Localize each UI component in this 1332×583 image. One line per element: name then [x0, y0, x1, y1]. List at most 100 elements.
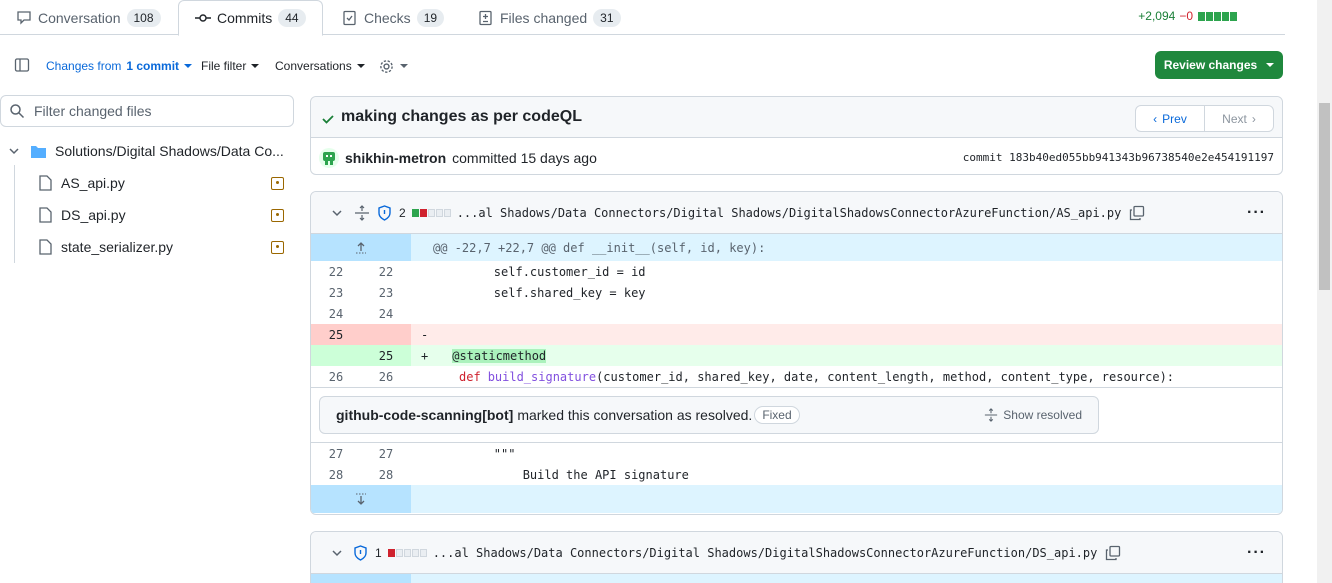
- diff-line: 28 28 Build the API signature: [311, 464, 1282, 485]
- copy-icon[interactable]: [1105, 545, 1121, 561]
- new-line-number[interactable]: 24: [361, 307, 411, 321]
- old-line-number[interactable]: 22: [311, 265, 361, 279]
- expand-down-icon[interactable]: [311, 485, 411, 513]
- old-line-number[interactable]: 26: [311, 370, 361, 384]
- avatar[interactable]: [319, 148, 339, 168]
- tab-count: 31: [593, 8, 621, 27]
- file-icon: [39, 175, 52, 191]
- chevron-down-icon: [184, 64, 193, 68]
- tab-commits[interactable]: Commits 44: [178, 0, 323, 36]
- code-text: @staticmethod: [452, 348, 547, 363]
- hunk-header: @@ -22,7 +22,7 @@ def __init__(self, id,…: [311, 234, 1282, 261]
- code-text: Build the API signature: [436, 467, 689, 482]
- diff-line: 24 24: [311, 303, 1282, 324]
- old-line-number[interactable]: 27: [311, 447, 361, 461]
- review-changes-button[interactable]: Review changes: [1155, 51, 1283, 79]
- check-icon: [322, 115, 334, 124]
- folder-name: Solutions/Digital Shadows/Data Co...: [55, 143, 284, 159]
- code-function: build_signature: [487, 369, 597, 384]
- old-line-number[interactable]: 28: [311, 468, 361, 482]
- chevron-left-icon: ‹: [1153, 111, 1158, 126]
- commit-title: making changes as per codeQL: [341, 108, 582, 125]
- commit-action: committed 15 days ago: [452, 150, 597, 166]
- diffstat-bar: [1197, 11, 1237, 21]
- new-line-number[interactable]: 25: [361, 349, 411, 363]
- chevron-down-icon: [356, 64, 365, 68]
- filter-files-input[interactable]: Filter changed files: [0, 95, 294, 127]
- expand-up-icon[interactable]: [311, 234, 411, 261]
- file-modified-icon: [271, 208, 284, 222]
- filter-placeholder: Filter changed files: [34, 103, 152, 119]
- chevron-down-icon: [9, 148, 19, 155]
- new-line-number[interactable]: 27: [361, 447, 411, 461]
- new-line-number[interactable]: 26: [361, 370, 411, 384]
- commit-author[interactable]: shikhin-metron: [345, 150, 446, 166]
- diff-sign: +: [421, 348, 429, 363]
- scrollbar-thumb[interactable]: [1319, 103, 1330, 290]
- checklist-icon: [343, 10, 356, 25]
- page-scrollbar[interactable]: [1317, 0, 1332, 583]
- file-path[interactable]: ...al Shadows/Data Connectors/Digital Sh…: [457, 206, 1122, 220]
- new-line-number[interactable]: 28: [361, 468, 411, 482]
- code-text: self.customer_id = id: [436, 264, 646, 279]
- commit-icon: [195, 14, 211, 22]
- sidebar-toggle-icon[interactable]: [14, 57, 30, 73]
- diff-line: 23 23 self.shared_key = key: [311, 282, 1282, 303]
- deleted-line: 25 -: [311, 324, 1282, 345]
- gear-icon: [380, 59, 393, 73]
- additions-count: +2,094: [1138, 9, 1176, 23]
- file-filter-label: File filter: [201, 59, 247, 73]
- diff-line: 22 22 self.customer_id = id: [311, 261, 1282, 282]
- commit-sha-label: commit: [962, 151, 1003, 164]
- tab-checks[interactable]: Checks 19: [342, 0, 445, 35]
- tree-file[interactable]: DS_api.py: [0, 199, 294, 231]
- file-name: AS_api.py: [61, 175, 125, 191]
- resolved-conversation: github-code-scanning[bot] marked this co…: [311, 387, 1282, 443]
- new-line-number[interactable]: 23: [361, 286, 411, 300]
- prev-button[interactable]: ‹ Prev: [1136, 106, 1205, 131]
- tab-label: Checks: [364, 9, 411, 26]
- expand-icon[interactable]: [354, 204, 370, 221]
- settings-dropdown[interactable]: [378, 58, 408, 75]
- commit-sha-value[interactable]: 183b40ed055bb941343b96738540e2e454191197: [1009, 151, 1274, 164]
- tree-file[interactable]: AS_api.py: [0, 167, 294, 199]
- alert-count: 1: [375, 545, 382, 560]
- comment-icon: [17, 10, 31, 25]
- kebab-icon[interactable]: ···: [1247, 544, 1266, 562]
- file-path[interactable]: ...al Shadows/Data Connectors/Digital Sh…: [433, 546, 1098, 560]
- old-line-number[interactable]: 24: [311, 307, 361, 321]
- diff-file-header: 2 ...al Shadows/Data Connectors/Digital …: [311, 192, 1282, 234]
- conversation-user[interactable]: github-code-scanning[bot]: [336, 407, 513, 423]
- tab-files-changed[interactable]: Files changed 31: [478, 0, 621, 35]
- conversations-dropdown[interactable]: Conversations: [275, 59, 365, 73]
- copy-icon[interactable]: [1129, 205, 1145, 221]
- file-icon: [39, 239, 52, 255]
- conversations-label: Conversations: [275, 59, 352, 73]
- file-icon: [39, 207, 52, 223]
- tab-count: 44: [278, 9, 306, 27]
- show-resolved-button[interactable]: Show resolved: [984, 408, 1082, 422]
- file-name: DS_api.py: [61, 207, 126, 223]
- file-name: state_serializer.py: [61, 239, 174, 255]
- tree-file[interactable]: state_serializer.py: [0, 231, 294, 263]
- tree-folder[interactable]: Solutions/Digital Shadows/Data Co...: [0, 135, 294, 167]
- hunk-footer: [311, 485, 1282, 513]
- chevron-down-icon[interactable]: [330, 546, 344, 560]
- file-filter-dropdown[interactable]: File filter: [201, 59, 260, 73]
- changes-from-label: Changes from: [46, 59, 122, 73]
- commit-pagination: ‹ Prev Next ›: [1135, 105, 1274, 132]
- chevron-down-icon[interactable]: [330, 206, 344, 220]
- pr-tabs: Conversation 108 Commits 44 Checks 19 Fi…: [0, 0, 1285, 36]
- commit-title-bar: making changes as per codeQL ‹ Prev Next…: [311, 97, 1282, 138]
- chevron-down-icon: [251, 64, 260, 68]
- kebab-icon[interactable]: ···: [1247, 204, 1266, 222]
- tab-conversation[interactable]: Conversation 108: [16, 0, 161, 35]
- changes-from-dropdown[interactable]: Changes from 1 commit: [46, 59, 193, 73]
- next-button[interactable]: Next ›: [1205, 106, 1273, 131]
- new-line-number[interactable]: 22: [361, 265, 411, 279]
- old-line-number[interactable]: 25: [311, 328, 361, 342]
- conversation-banner[interactable]: github-code-scanning[bot] marked this co…: [319, 396, 1099, 434]
- old-line-number[interactable]: 23: [311, 286, 361, 300]
- expand-up-icon[interactable]: [311, 574, 411, 583]
- diff-stats: +2,094 −0: [1138, 9, 1237, 23]
